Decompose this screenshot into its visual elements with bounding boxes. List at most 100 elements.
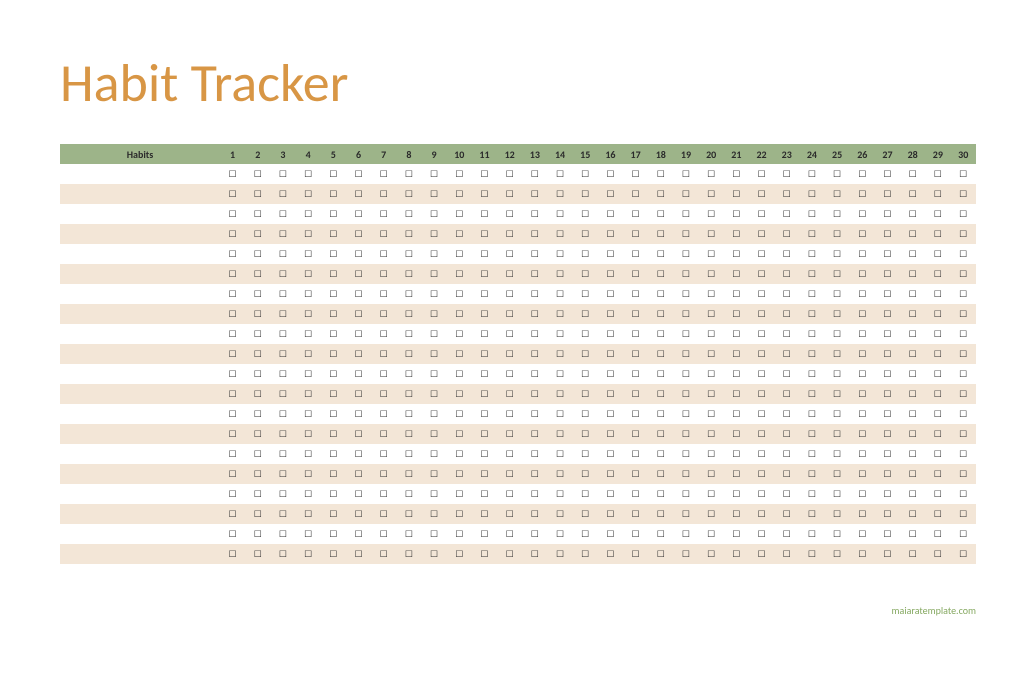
- habit-checkbox[interactable]: ☐: [573, 184, 598, 204]
- habit-checkbox[interactable]: ☐: [825, 244, 850, 264]
- habit-checkbox[interactable]: ☐: [422, 344, 447, 364]
- habit-checkbox[interactable]: ☐: [346, 164, 371, 184]
- habit-checkbox[interactable]: ☐: [371, 244, 396, 264]
- habit-checkbox[interactable]: ☐: [447, 264, 472, 284]
- habit-checkbox[interactable]: ☐: [699, 324, 724, 344]
- habit-checkbox[interactable]: ☐: [724, 264, 749, 284]
- habit-checkbox[interactable]: ☐: [598, 324, 623, 344]
- habit-checkbox[interactable]: ☐: [296, 164, 321, 184]
- habit-checkbox[interactable]: ☐: [497, 264, 522, 284]
- habit-checkbox[interactable]: ☐: [346, 204, 371, 224]
- habit-checkbox[interactable]: ☐: [900, 464, 925, 484]
- habit-checkbox[interactable]: ☐: [573, 324, 598, 344]
- habit-checkbox[interactable]: ☐: [346, 224, 371, 244]
- habit-checkbox[interactable]: ☐: [270, 224, 295, 244]
- habit-checkbox[interactable]: ☐: [220, 164, 245, 184]
- habit-checkbox[interactable]: ☐: [371, 304, 396, 324]
- habit-checkbox[interactable]: ☐: [925, 304, 950, 324]
- habit-checkbox[interactable]: ☐: [673, 304, 698, 324]
- habit-checkbox[interactable]: ☐: [648, 504, 673, 524]
- habit-checkbox[interactable]: ☐: [522, 544, 547, 564]
- habit-checkbox[interactable]: ☐: [598, 544, 623, 564]
- habit-checkbox[interactable]: ☐: [245, 444, 270, 464]
- habit-checkbox[interactable]: ☐: [547, 464, 572, 484]
- habit-checkbox[interactable]: ☐: [296, 364, 321, 384]
- habit-checkbox[interactable]: ☐: [724, 444, 749, 464]
- habit-checkbox[interactable]: ☐: [321, 484, 346, 504]
- habit-checkbox[interactable]: ☐: [220, 484, 245, 504]
- habit-checkbox[interactable]: ☐: [245, 404, 270, 424]
- habit-checkbox[interactable]: ☐: [925, 384, 950, 404]
- habit-checkbox[interactable]: ☐: [799, 424, 824, 444]
- habit-checkbox[interactable]: ☐: [673, 244, 698, 264]
- habit-checkbox[interactable]: ☐: [270, 284, 295, 304]
- habit-checkbox[interactable]: ☐: [547, 384, 572, 404]
- habit-checkbox[interactable]: ☐: [270, 244, 295, 264]
- habit-checkbox[interactable]: ☐: [396, 364, 421, 384]
- habit-checkbox[interactable]: ☐: [497, 364, 522, 384]
- habit-checkbox[interactable]: ☐: [724, 404, 749, 424]
- habit-checkbox[interactable]: ☐: [371, 264, 396, 284]
- habit-checkbox[interactable]: ☐: [522, 304, 547, 324]
- habit-checkbox[interactable]: ☐: [648, 424, 673, 444]
- habit-checkbox[interactable]: ☐: [724, 164, 749, 184]
- habit-checkbox[interactable]: ☐: [774, 344, 799, 364]
- habit-name-cell[interactable]: [60, 544, 220, 564]
- habit-checkbox[interactable]: ☐: [799, 364, 824, 384]
- habit-checkbox[interactable]: ☐: [623, 424, 648, 444]
- habit-checkbox[interactable]: ☐: [598, 304, 623, 324]
- habit-checkbox[interactable]: ☐: [497, 244, 522, 264]
- habit-checkbox[interactable]: ☐: [447, 544, 472, 564]
- habit-checkbox[interactable]: ☐: [749, 264, 774, 284]
- habit-checkbox[interactable]: ☐: [648, 364, 673, 384]
- habit-checkbox[interactable]: ☐: [850, 484, 875, 504]
- habit-checkbox[interactable]: ☐: [799, 384, 824, 404]
- habit-name-cell[interactable]: [60, 324, 220, 344]
- habit-checkbox[interactable]: ☐: [573, 404, 598, 424]
- habit-checkbox[interactable]: ☐: [598, 284, 623, 304]
- habit-checkbox[interactable]: ☐: [472, 484, 497, 504]
- habit-checkbox[interactable]: ☐: [875, 344, 900, 364]
- habit-checkbox[interactable]: ☐: [598, 184, 623, 204]
- habit-checkbox[interactable]: ☐: [724, 464, 749, 484]
- habit-checkbox[interactable]: ☐: [799, 184, 824, 204]
- habit-checkbox[interactable]: ☐: [497, 204, 522, 224]
- habit-checkbox[interactable]: ☐: [472, 364, 497, 384]
- habit-checkbox[interactable]: ☐: [875, 504, 900, 524]
- habit-checkbox[interactable]: ☐: [573, 224, 598, 244]
- habit-checkbox[interactable]: ☐: [472, 544, 497, 564]
- habit-checkbox[interactable]: ☐: [699, 304, 724, 324]
- habit-checkbox[interactable]: ☐: [648, 384, 673, 404]
- habit-checkbox[interactable]: ☐: [875, 284, 900, 304]
- habit-checkbox[interactable]: ☐: [472, 244, 497, 264]
- habit-checkbox[interactable]: ☐: [245, 504, 270, 524]
- habit-checkbox[interactable]: ☐: [825, 464, 850, 484]
- habit-checkbox[interactable]: ☐: [396, 404, 421, 424]
- habit-checkbox[interactable]: ☐: [321, 204, 346, 224]
- habit-checkbox[interactable]: ☐: [749, 464, 774, 484]
- habit-checkbox[interactable]: ☐: [850, 164, 875, 184]
- habit-checkbox[interactable]: ☐: [875, 464, 900, 484]
- habit-checkbox[interactable]: ☐: [573, 244, 598, 264]
- habit-checkbox[interactable]: ☐: [296, 224, 321, 244]
- habit-checkbox[interactable]: ☐: [270, 524, 295, 544]
- habit-checkbox[interactable]: ☐: [774, 384, 799, 404]
- habit-checkbox[interactable]: ☐: [749, 364, 774, 384]
- habit-checkbox[interactable]: ☐: [573, 484, 598, 504]
- habit-checkbox[interactable]: ☐: [497, 504, 522, 524]
- habit-checkbox[interactable]: ☐: [472, 264, 497, 284]
- habit-checkbox[interactable]: ☐: [522, 504, 547, 524]
- habit-checkbox[interactable]: ☐: [699, 264, 724, 284]
- habit-checkbox[interactable]: ☐: [220, 304, 245, 324]
- habit-checkbox[interactable]: ☐: [673, 224, 698, 244]
- habit-checkbox[interactable]: ☐: [296, 424, 321, 444]
- habit-checkbox[interactable]: ☐: [950, 424, 976, 444]
- habit-checkbox[interactable]: ☐: [547, 284, 572, 304]
- habit-checkbox[interactable]: ☐: [699, 364, 724, 384]
- habit-checkbox[interactable]: ☐: [648, 464, 673, 484]
- habit-checkbox[interactable]: ☐: [799, 504, 824, 524]
- habit-checkbox[interactable]: ☐: [422, 264, 447, 284]
- habit-checkbox[interactable]: ☐: [749, 524, 774, 544]
- habit-checkbox[interactable]: ☐: [900, 384, 925, 404]
- habit-checkbox[interactable]: ☐: [497, 184, 522, 204]
